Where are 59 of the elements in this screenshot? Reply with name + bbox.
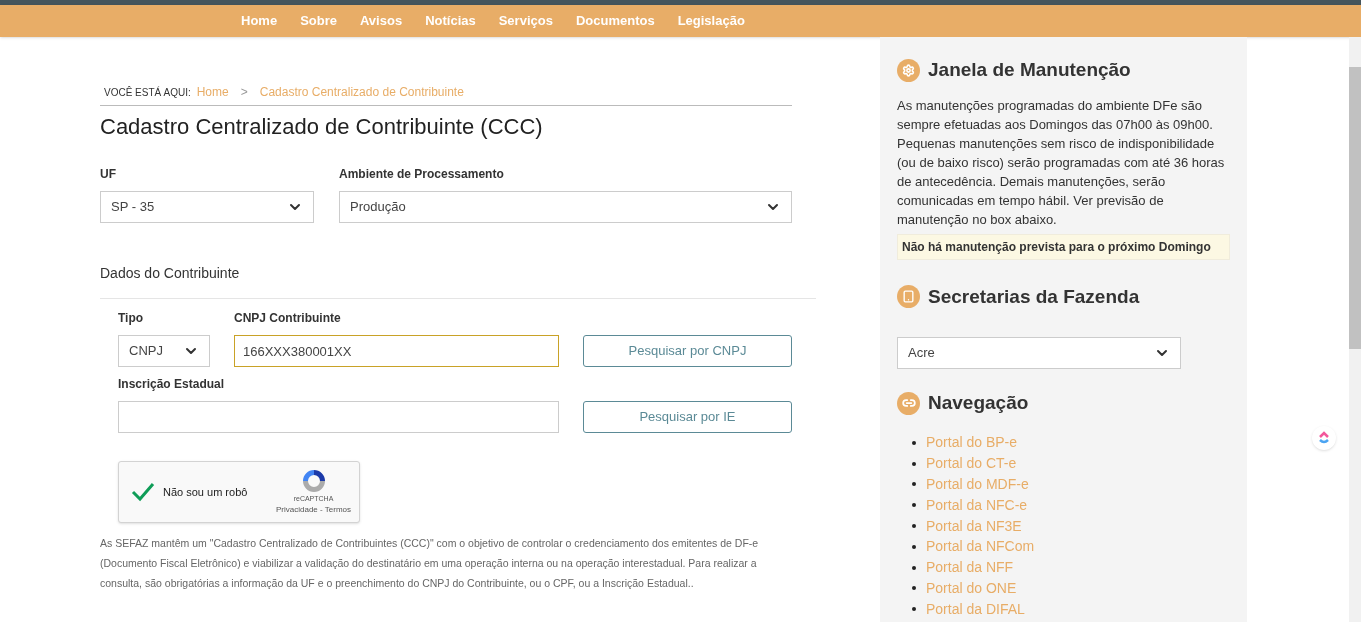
bullet-icon xyxy=(912,544,916,549)
gear-icon xyxy=(897,58,920,82)
search-cnpj-button[interactable]: Pesquisar por CNPJ xyxy=(583,335,792,367)
portal-link[interactable]: Portal da NFCom xyxy=(926,536,1035,558)
breadcrumb-link[interactable]: Cadastro Centralizado de Contribuinte xyxy=(259,83,464,101)
checkmark-icon xyxy=(131,482,155,502)
captcha-checkbox[interactable] xyxy=(131,480,155,504)
uf-select[interactable]: SP - 35 xyxy=(100,191,314,223)
nav-link[interactable]: Serviços xyxy=(498,11,553,31)
portal-link[interactable]: Portal da NFC-e xyxy=(926,494,1028,516)
field-label: Tipo xyxy=(118,310,145,327)
maintenance-notice: Não há manutenção prevista para o próximo Domingo xyxy=(897,233,1230,260)
bullet-icon xyxy=(912,440,916,445)
bullet-icon xyxy=(912,461,916,466)
recaptcha-logo-icon xyxy=(300,467,327,494)
type-select[interactable]: CNPJ xyxy=(118,335,210,367)
nav-link[interactable]: Legislação xyxy=(677,11,745,31)
portal-link[interactable]: Portal do MDF-e xyxy=(926,474,1029,495)
nav-link[interactable]: Home xyxy=(241,11,278,31)
page-title: Cadastro Centralizado de Contribuinte (CCC) xyxy=(100,113,544,141)
cnpj-input[interactable]: 166XXX380001XX xyxy=(234,335,559,367)
captcha-links[interactable]: Privacidade - Termos xyxy=(276,504,351,517)
portal-link[interactable]: Portal da NF3E xyxy=(926,515,1022,537)
captcha-label: Não sou um robô xyxy=(163,484,248,500)
maintenance-text: As manutenções programadas do ambiente DFe são sempre efetuadas aos Domingos das 07h00 às 09h00. Pequenas manutenções sem risco de indisponibilidade (ou de baixo risco) serão programadas com até 36 horas de antecedência. Demais manutenções, serão comunicadas em tempo hábil. Ver previsão de manutenção no box abaixo. xyxy=(897,96,1226,229)
nav-link[interactable]: Documentos xyxy=(575,11,655,31)
field-label: Inscrição Estadual xyxy=(118,376,226,393)
portal-link[interactable]: Portal do ONE xyxy=(926,578,1017,599)
field-label: CNPJ Contribuinte xyxy=(234,310,342,327)
portal-link[interactable]: Portal do BP-e xyxy=(926,432,1018,454)
portal-link[interactable]: Portal do CT-e xyxy=(926,453,1017,475)
bullet-icon xyxy=(912,607,916,612)
section-heading: Janela de Manutenção xyxy=(928,58,1131,82)
breadcrumb-link[interactable]: Home xyxy=(196,83,229,101)
section-heading: Secretarias da Fazenda xyxy=(928,284,1140,309)
field-label: Ambiente de Processamento xyxy=(339,166,505,183)
bullet-icon xyxy=(912,565,916,570)
portal-link[interactable]: Portal da NFF xyxy=(926,557,1014,579)
bullet-icon xyxy=(912,482,916,487)
floating-widget-icon[interactable] xyxy=(1312,426,1336,450)
state-select[interactable]: Acre xyxy=(897,337,1181,369)
nav-link[interactable]: Avisos xyxy=(359,11,403,31)
tablet-icon xyxy=(897,285,920,309)
section-heading: Navegação xyxy=(928,391,1029,415)
bullet-icon xyxy=(912,503,916,508)
link-icon xyxy=(897,391,920,415)
search-ie-button[interactable]: Pesquisar por IE xyxy=(583,401,792,433)
section-heading: Dados do Contribuinte xyxy=(100,264,241,283)
breadcrumb-label: VOCÊ ESTÁ AQUI: xyxy=(103,85,191,100)
bullet-icon xyxy=(912,586,916,591)
field-label: UF xyxy=(100,166,117,183)
portal-link[interactable]: Portal da DIFAL xyxy=(926,598,1025,620)
bullet-icon xyxy=(912,524,916,529)
nav-link[interactable]: Sobre xyxy=(300,11,337,31)
description-text: As SEFAZ mantêm um "Cadastro Centralizado de Contribuintes (CCC)" com o objetivo de controlar o credenciamento dos emitentes de DF-e (Documento Fiscal Eletrônico) e viabilizar a validação do destinatário em uma operação interna ou na operação interestadual. Para realizar a consulta, são obrigatórias a informação da UF e o preenchimento do CNPJ do Contribuinte, ou o CPF, ou a Inscrição Estadual.. xyxy=(100,536,760,591)
state-registration-input[interactable] xyxy=(118,401,559,433)
environment-select[interactable]: Produção xyxy=(339,191,792,223)
breadcrumb-separator: > xyxy=(239,84,249,101)
nav-link[interactable]: Notícias xyxy=(425,11,476,31)
